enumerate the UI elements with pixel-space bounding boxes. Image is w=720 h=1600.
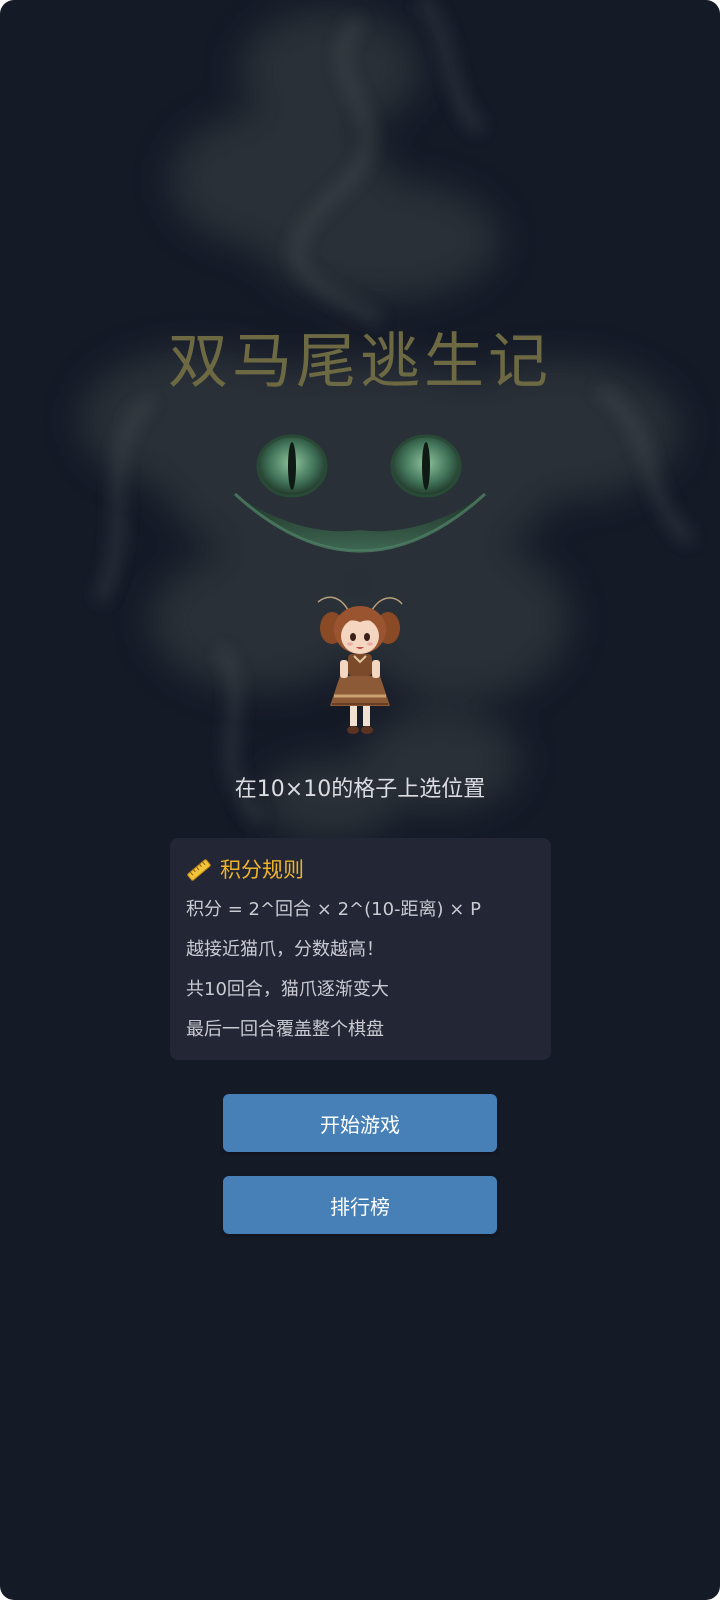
game-subtitle: 在10×10的格子上选位置 — [234, 777, 486, 802]
rules-header: 积分规则 — [186, 856, 535, 884]
rule-line-closer: 越接近猫爪，分数越高！ — [186, 939, 384, 960]
cat-eye-right — [390, 434, 462, 498]
game-title: 双马尾逃生记 — [168, 327, 552, 397]
rules-title: 积分规则 — [220, 858, 304, 882]
cat-eye-left — [256, 434, 328, 498]
rules-panel: 积分规则 积分 = 2^回合 × 2^(10-距离) × P 越接近猫爪，分数越… — [170, 838, 551, 1060]
girl-character-illustration — [317, 596, 403, 734]
leaderboard-button[interactable]: 排行榜 — [223, 1176, 497, 1234]
start-game-button[interactable]: 开始游戏 — [223, 1094, 497, 1152]
rule-line-rounds: 共10回合，猫爪逐渐变大 — [186, 979, 389, 1000]
ruler-icon — [187, 859, 211, 881]
game-screen: 双马尾逃生记 在10×10的格子上选位置 积分规则 积分 = 2^回合 × 2^… — [0, 0, 720, 1600]
rule-line-final: 最后一回合覆盖整个棋盘 — [186, 1019, 384, 1040]
rule-line-formula: 积分 = 2^回合 × 2^(10-距离) × P — [186, 899, 481, 920]
cat-face-illustration — [233, 434, 487, 553]
